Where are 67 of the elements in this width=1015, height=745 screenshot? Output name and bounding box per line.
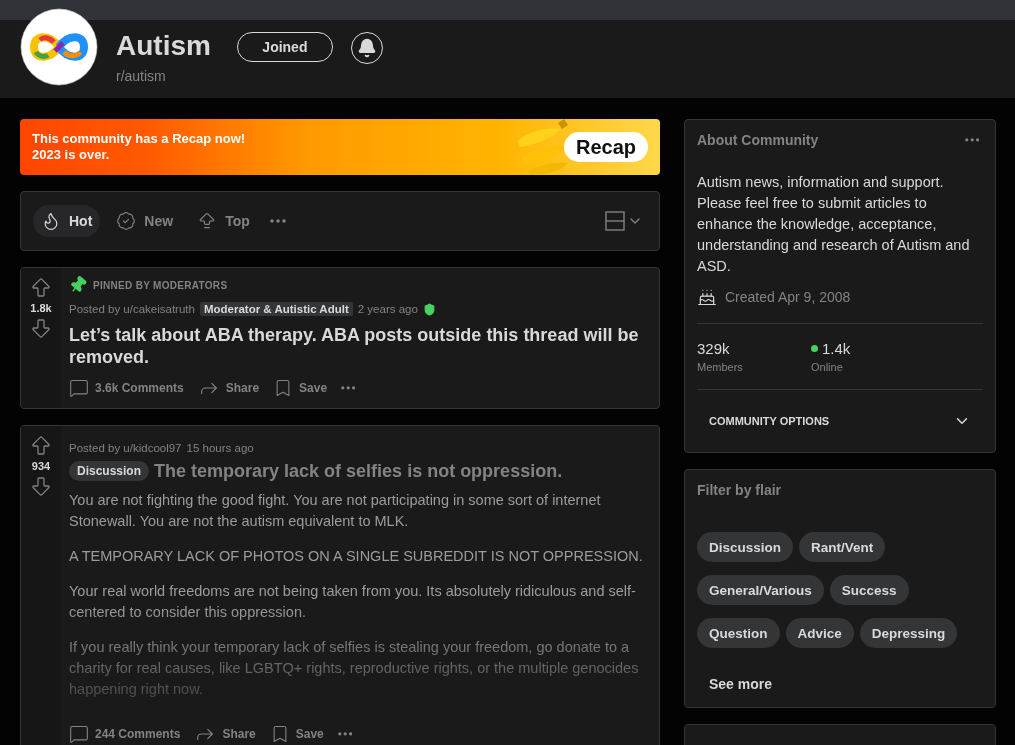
flair-chip[interactable]: Success xyxy=(829,575,909,605)
post-paragraph: You are not fighting the good fight. You are not participating in some sort of internet Stonewall. You are not the autism equivalent to MLK. xyxy=(69,491,602,531)
save-button[interactable]: Save xyxy=(269,724,324,744)
more-icon xyxy=(269,219,286,223)
online-label: Online xyxy=(811,361,844,373)
card-title: Filter by flair xyxy=(697,482,783,498)
more-icon xyxy=(341,386,356,390)
online-dot-icon xyxy=(811,345,818,352)
post-author[interactable]: Posted by u/kidcool97 xyxy=(69,442,182,454)
comments-button[interactable]: 244 Comments xyxy=(69,724,181,744)
created-date: Created Apr 9, 2008 xyxy=(725,289,851,305)
recap-button[interactable]: Recap xyxy=(563,132,648,162)
flair-chip[interactable]: Advice xyxy=(785,618,854,648)
more-icon xyxy=(337,732,353,736)
banner-text: This community has a Recap now! 2023 is over. xyxy=(32,131,246,163)
flair-chip[interactable]: General/Various xyxy=(697,575,824,605)
post-paragraph: If you really think your temporary lack of selfies is stealing your freedom, go donate to a charity for real causes, like LGBTQ+ rights, reproductive rights, or the multiple genocides happening right now. xyxy=(69,638,640,699)
community-description: Autism news, information and support. Please feel free to submit articles to enhance the knowledge, acceptance, understanding and research of Autism and ASD. xyxy=(697,173,971,276)
post-title[interactable]: Let’s talk about ABA therapy. ABA posts outside this thread will be removed. xyxy=(69,324,651,368)
downvote-icon xyxy=(29,474,53,498)
more-button[interactable] xyxy=(337,732,353,736)
layout-icon xyxy=(605,211,625,231)
post-time: 2 years ago xyxy=(357,303,418,315)
bell-icon xyxy=(356,38,377,58)
upvote-button[interactable] xyxy=(29,434,53,458)
card-title: About Community xyxy=(697,132,819,148)
upvote-icon xyxy=(29,434,53,458)
share-button[interactable]: Share xyxy=(197,377,260,399)
cake-icon xyxy=(697,287,717,307)
flair-chip[interactable]: Question xyxy=(697,618,780,648)
subreddit-name: r/autism xyxy=(116,68,167,84)
upvote-button[interactable] xyxy=(29,276,53,300)
vote-count: 1.8k xyxy=(30,302,52,314)
community-name: Autism xyxy=(116,30,211,62)
community-options-button[interactable]: COMMUNITY OPTIONS xyxy=(697,390,983,452)
sort-tab[interactable]: Top xyxy=(189,205,258,237)
flair-chip[interactable]: Discussion xyxy=(697,532,794,562)
members-label: Members xyxy=(697,361,744,373)
see-more-button[interactable]: See more xyxy=(697,676,785,692)
downvote-button[interactable] xyxy=(29,316,53,340)
vote-count: 934 xyxy=(31,460,51,472)
pinned-label: PINNED BY MODERATORS xyxy=(93,279,228,291)
recap-banner[interactable]: This community has a Recap now! 2023 is over. Recap xyxy=(20,119,660,175)
comment-icon xyxy=(69,724,89,744)
member-count: 329k xyxy=(697,340,730,357)
more-button[interactable] xyxy=(341,386,356,390)
post-flair[interactable]: Discussion xyxy=(69,461,150,481)
share-button[interactable]: Share xyxy=(194,723,256,745)
flair-chip[interactable]: Rant/Vent xyxy=(799,532,886,562)
save-button[interactable]: Save xyxy=(273,378,328,398)
online-count: 1.4k xyxy=(822,340,851,357)
user-flair: Moderator & Autistic Adult xyxy=(199,302,353,316)
post-paragraph: A TEMPORARY LACK OF PHOTOS ON A SINGLE SUBREDDIT IS NOT OPPRESSION. xyxy=(69,547,644,566)
downvote-icon xyxy=(29,316,53,340)
badge-icon xyxy=(116,211,137,231)
post-time: 15 hours ago xyxy=(186,442,254,454)
more-icon xyxy=(964,138,979,142)
post-title[interactable]: The temporary lack of selfies is not oppression. xyxy=(154,460,563,482)
downvote-button[interactable] xyxy=(29,474,53,498)
sort-tab[interactable]: New xyxy=(108,205,182,237)
sort-tab[interactable]: Hot xyxy=(33,205,101,237)
comment-icon xyxy=(69,378,89,398)
upvote-icon xyxy=(29,276,53,300)
post-paragraph: Your real world freedoms are not being taken from you. Its absolutely ridiculous and self-centered to consider this oppression. xyxy=(69,582,637,622)
flair-chip[interactable]: Depressing xyxy=(859,618,958,648)
post-author[interactable]: Posted by u/cakeisatruth xyxy=(69,303,195,315)
comments-button[interactable]: 3.6k Comments xyxy=(69,378,184,398)
